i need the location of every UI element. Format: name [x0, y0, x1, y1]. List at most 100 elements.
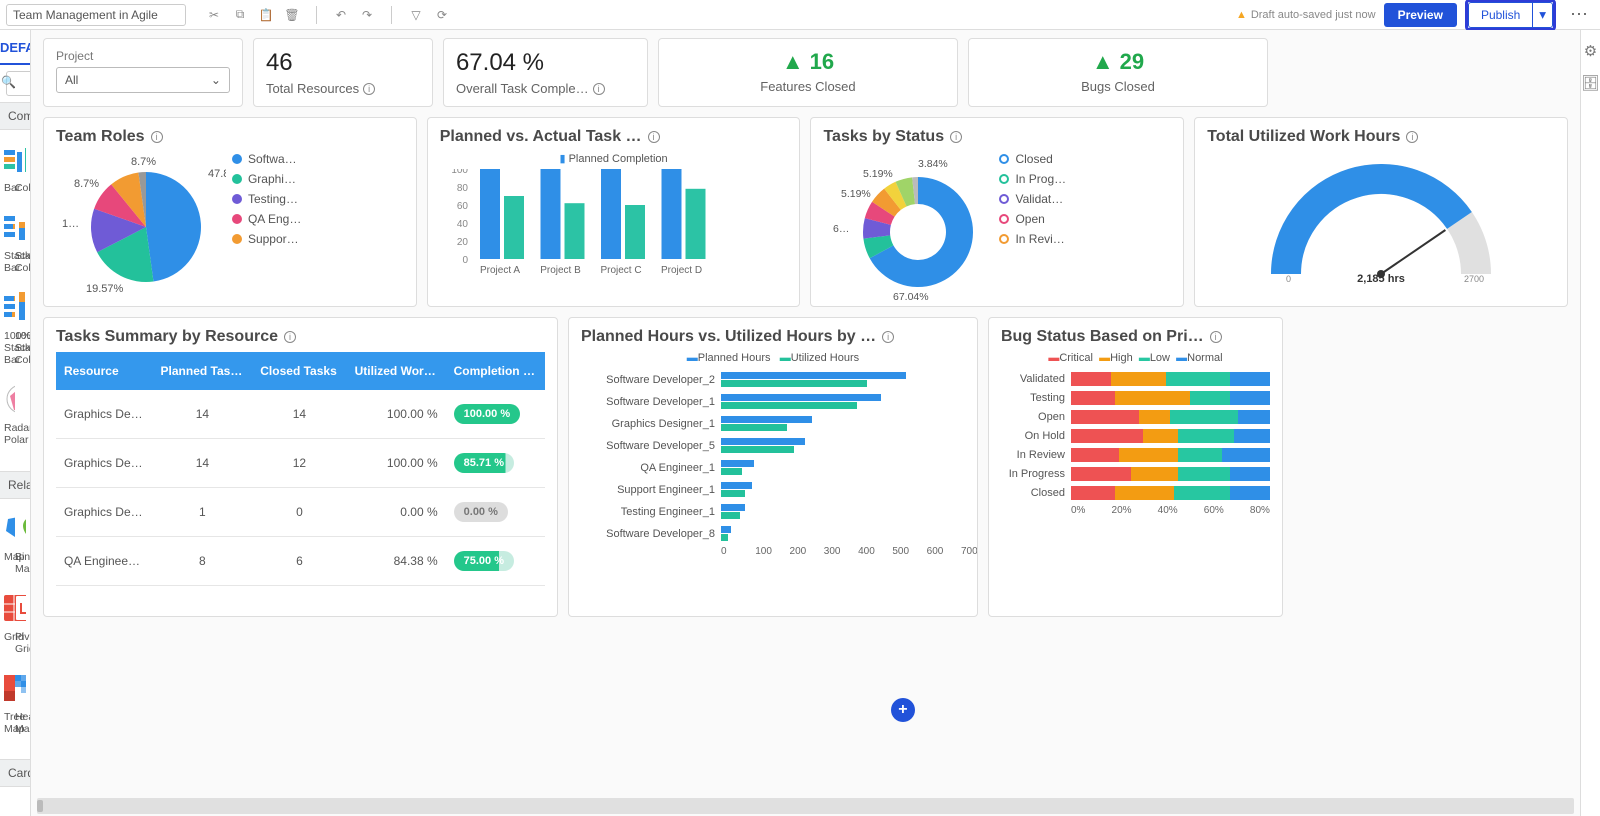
project-filter-label: Project: [56, 49, 230, 63]
svg-text:0: 0: [462, 255, 468, 266]
svg-text:40: 40: [457, 219, 469, 230]
widget-stacked-column[interactable]: Stacked Column: [15, 208, 26, 274]
settings-gear-icon[interactable]: ⚙: [1584, 42, 1597, 60]
auto-saved-status: ▲ Draft auto-saved just now: [1236, 9, 1376, 21]
widget-map[interactable]: Map: [4, 509, 15, 575]
project-filter-card: Project All⌄: [43, 38, 243, 107]
team-roles-legend: Softwa…Graphi…Testing…QA Eng…Suppor…: [232, 152, 404, 282]
preview-button[interactable]: Preview: [1384, 3, 1457, 27]
category-card-header[interactable]: Card−: [0, 759, 30, 787]
kpi-features-closed: ▲ 16 Features Closed: [658, 38, 958, 107]
undo-icon[interactable]: ↶: [333, 7, 349, 23]
svg-text:8.7%: 8.7%: [131, 156, 156, 168]
svg-text:80: 80: [457, 183, 469, 194]
tab-default[interactable]: DEFAULT: [0, 30, 31, 65]
cut-icon[interactable]: ✂: [206, 7, 222, 23]
add-widget-fab[interactable]: +: [891, 698, 915, 722]
info-icon[interactable]: i: [284, 331, 296, 343]
tasks-status-legend: ClosedIn Prog…Validat…OpenIn Revi…: [999, 152, 1171, 282]
kpi-overall-completion: 67.04 % Overall Task Comple… i: [443, 38, 648, 107]
svg-text:0: 0: [1286, 274, 1291, 284]
tasks-summary-table: ResourcePlanned Tas…Closed TasksUtilized…: [56, 352, 545, 586]
svg-text:100: 100: [451, 169, 468, 176]
svg-text:Project A: Project A: [480, 265, 520, 276]
widget-radar-polar[interactable]: Radar Polar: [4, 380, 15, 446]
svg-text:47.83%: 47.83%: [208, 168, 226, 180]
category-relationship-header[interactable]: Relationship−: [0, 471, 30, 499]
triangle-up-icon: ▲: [782, 49, 804, 75]
triangle-up-icon: ▲: [1092, 49, 1114, 75]
widget-heat-map[interactable]: Heat Map: [15, 669, 26, 735]
widget-bar[interactable]: Bar: [4, 140, 15, 194]
svg-text:2700: 2700: [1464, 274, 1484, 284]
svg-text:60: 60: [457, 201, 469, 212]
filter-icon[interactable]: ▽: [408, 7, 424, 23]
svg-text:6…: 6…: [833, 223, 849, 235]
planned-actual-bar-chart: 020406080100Project AProject BProject CP…: [444, 169, 724, 289]
svg-text:5.19%: 5.19%: [863, 168, 893, 180]
redo-icon[interactable]: ↷: [359, 7, 375, 23]
svg-text:5.19%: 5.19%: [841, 188, 871, 200]
publish-button[interactable]: Publish: [1468, 2, 1532, 28]
widget-bing-maps[interactable]: Bing Maps: [15, 509, 26, 575]
widget-pivot-grid[interactable]: Pivot Grid: [15, 589, 26, 655]
info-icon[interactable]: i: [1210, 331, 1222, 343]
bug-status-chart: ValidatedTestingOpenOn HoldIn ReviewIn P…: [1001, 372, 1270, 500]
widget-100-stacked-bar[interactable]: 100% Stacked Bar: [4, 288, 15, 366]
top-toolbar: ✂ ⧉ 📋 🗑 ↶ ↷ ▽ ⟳ ▲ Draft auto-saved just …: [0, 0, 1600, 30]
widget-tree-map[interactable]: Tree Map: [4, 669, 15, 735]
horizontal-scrollbar[interactable]: [37, 798, 1574, 814]
chevron-down-icon: ⌄: [211, 73, 221, 87]
refresh-icon[interactable]: ⟳: [434, 7, 450, 23]
search-icon[interactable]: 🔍: [1, 75, 16, 89]
tasks-summary-table-card: Tasks Summary by Resourcei ResourcePlann…: [43, 317, 558, 617]
svg-text:67.04%: 67.04%: [893, 291, 929, 302]
more-actions-icon[interactable]: ⋯: [1564, 4, 1594, 25]
doc-title-input[interactable]: [6, 4, 186, 26]
planned-utilized-hours-card: Planned Hours vs. Utilized Hours by …i ▬…: [568, 317, 978, 617]
table-row[interactable]: Graphics De…1412100.00 %85.71 %: [56, 439, 545, 488]
publish-dropdown-button[interactable]: ▾: [1532, 2, 1553, 28]
copy-icon[interactable]: ⧉: [232, 7, 248, 23]
svg-text:8.7%: 8.7%: [74, 178, 99, 190]
info-icon[interactable]: i: [593, 83, 605, 95]
kpi-bugs-closed: ▲ 29 Bugs Closed: [968, 38, 1268, 107]
toolbar-icon-group: ✂ ⧉ 📋 🗑 ↶ ↷ ▽ ⟳: [206, 6, 450, 24]
table-row[interactable]: QA Enginee…8684.38 %75.00 %: [56, 537, 545, 586]
widget-100-stacked-column[interactable]: 100% Stacked Column: [15, 288, 26, 366]
work-hours-gauge: 0 2700 2,185 hrs: [1266, 164, 1496, 284]
table-row[interactable]: Graphics De…100.00 %0.00 %: [56, 488, 545, 537]
svg-text:Project D: Project D: [661, 265, 702, 276]
tasks-status-donut-chart: 67.04% 5.19% 5.19% 3.84% 6…: [823, 152, 993, 302]
table-row[interactable]: Graphics De…1414100.00 %100.00 %: [56, 390, 545, 439]
info-icon[interactable]: i: [363, 83, 375, 95]
paste-icon[interactable]: 📋: [258, 7, 274, 23]
info-icon[interactable]: i: [151, 131, 163, 143]
widget-stacked-bar[interactable]: Stacked Bar: [4, 208, 15, 274]
info-icon[interactable]: i: [648, 131, 660, 143]
tasks-status-card: Tasks by Statusi 67.04%5.19%5.19%3.84%6……: [810, 117, 1184, 307]
project-filter-select[interactable]: All⌄: [56, 67, 230, 93]
planned-actual-card: Planned vs. Actual Task …i ▮ Planned Com…: [427, 117, 801, 307]
info-icon[interactable]: i: [950, 131, 962, 143]
info-icon[interactable]: i: [882, 331, 894, 343]
planned-utilized-chart: Software Developer_2 Software Developer_…: [581, 370, 965, 544]
category-comparison-header[interactable]: Comparison−: [0, 102, 30, 130]
publish-button-group: Publish ▾: [1465, 0, 1556, 31]
widget-column[interactable]: Column: [15, 140, 26, 194]
widget-grid[interactable]: Grid: [4, 589, 15, 655]
bug-status-card: Bug Status Based on Pri…i ▬Critical ▬Hig…: [988, 317, 1283, 617]
svg-text:Project B: Project B: [540, 265, 581, 276]
database-icon[interactable]: 🗄: [1581, 74, 1600, 92]
svg-text:19.57%: 19.57%: [86, 283, 124, 295]
team-roles-pie-chart: 47.83% 8.7% 8.7% 1… 19.57%: [56, 152, 226, 302]
info-icon[interactable]: i: [1406, 131, 1418, 143]
widget-palette-panel: DEFAULT EXISTING 🔍 Comparison− Bar Colum…: [0, 30, 31, 816]
kpi-total-resources: 46 Total Resources i: [253, 38, 433, 107]
delete-icon[interactable]: 🗑: [284, 7, 300, 23]
right-rail: ⚙ 🗄: [1580, 30, 1600, 816]
svg-text:1…: 1…: [62, 218, 79, 230]
svg-text:3.84%: 3.84%: [918, 158, 948, 170]
svg-text:Project C: Project C: [600, 265, 641, 276]
team-roles-card: Team Rolesi 47.83%8.7%8.7%1…19.57% Softw…: [43, 117, 417, 307]
